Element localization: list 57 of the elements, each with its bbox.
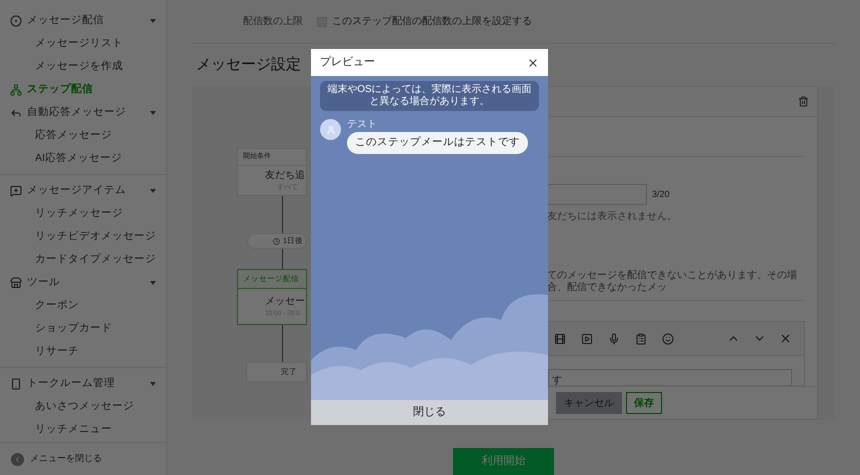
sidebar-subitem[interactable]: メッセージリスト bbox=[0, 32, 166, 55]
video-icon[interactable] bbox=[581, 332, 593, 345]
caret-icon[interactable] bbox=[150, 110, 156, 114]
sidebar-subitem[interactable]: メッセージを作成 bbox=[0, 55, 166, 78]
sidebar-item[interactable]: トークルーム管理 bbox=[0, 372, 166, 395]
sidebar-subitem[interactable]: カードタイプメッセージ bbox=[0, 248, 166, 271]
sidebar-item[interactable]: メッセージアイテム bbox=[0, 179, 166, 202]
save-button[interactable]: 保存 bbox=[626, 392, 662, 414]
caret-icon[interactable] bbox=[150, 18, 156, 22]
collapse-menu-link[interactable]: メニューを閉じる bbox=[30, 452, 102, 466]
message-text: す bbox=[552, 374, 562, 386]
close-icon[interactable] bbox=[527, 56, 539, 68]
phone-icon bbox=[10, 378, 22, 390]
section-title: メッセージ設定 bbox=[196, 54, 301, 75]
sidebar-item[interactable]: ツール bbox=[0, 271, 166, 294]
sidebar-subitem[interactable]: リッチメッセージ bbox=[0, 202, 166, 225]
card-title: メッセー bbox=[265, 295, 305, 309]
input-field[interactable] bbox=[547, 184, 647, 206]
sidebar-item[interactable]: メッセージ配信 bbox=[0, 9, 166, 32]
caret-icon[interactable] bbox=[150, 188, 156, 192]
character-counter: 3/20 bbox=[652, 188, 670, 201]
sidebar-subitem[interactable]: リサーチ bbox=[0, 340, 166, 363]
sidebar-subitem[interactable]: リッチメニュー bbox=[0, 418, 166, 441]
sidebar-subitem[interactable]: あいさつメッセージ bbox=[0, 395, 166, 418]
caret-icon[interactable] bbox=[150, 280, 156, 284]
sidebar-subitem[interactable]: 応答メッセージ bbox=[0, 124, 166, 147]
limit-label: 配信数の上限 bbox=[243, 14, 303, 29]
sidebar-subitem[interactable]: ショップカード bbox=[0, 317, 166, 340]
sidebar-subitem[interactable]: クーポン bbox=[0, 294, 166, 317]
helper-text: 友だちには表示されません。 bbox=[547, 210, 677, 224]
caret-icon[interactable] bbox=[150, 382, 156, 386]
message-bubble: このステップメールはテストです bbox=[347, 132, 528, 154]
close-button[interactable]: 閉じる bbox=[311, 400, 548, 425]
card-title: 友だち追 bbox=[265, 169, 305, 183]
sender-name: テスト bbox=[347, 119, 378, 131]
delete-icon[interactable] bbox=[798, 96, 809, 108]
preview-notice: 端末やOSによっては、実際に表示される画面と異なる場合があります。 bbox=[320, 81, 539, 111]
collapse-icon[interactable] bbox=[11, 452, 24, 466]
sitemap-icon bbox=[10, 84, 22, 96]
sidebar-subitem[interactable]: リッチビデオメッセージ bbox=[0, 225, 166, 248]
dialog-title: プレビュー bbox=[320, 54, 375, 70]
microphone-icon[interactable] bbox=[608, 332, 620, 345]
avatar-icon bbox=[320, 119, 341, 140]
clock-icon bbox=[273, 238, 280, 244]
sticker-icon[interactable] bbox=[662, 332, 674, 345]
sidebar-subitem[interactable]: AI応答メッセージ bbox=[0, 147, 166, 170]
sidebar-item[interactable]: ステップ配信 bbox=[0, 78, 166, 101]
cancel-button[interactable]: キャンセル bbox=[556, 392, 622, 414]
target-icon bbox=[10, 14, 22, 26]
notice-text: てのメッセージを配信できないことがあります。その場合、配信できなかったメッ bbox=[547, 270, 798, 294]
checkbox-label: このステップ配信の配信数の上限を設定する bbox=[332, 14, 532, 29]
film-icon[interactable] bbox=[554, 332, 566, 345]
message-plus-icon bbox=[10, 184, 22, 196]
store-icon bbox=[10, 276, 22, 288]
sidebar-item[interactable]: 自動応答メッセージ bbox=[0, 101, 166, 124]
clipboard-icon[interactable] bbox=[635, 332, 647, 345]
message-text-field[interactable]: す bbox=[548, 369, 792, 386]
